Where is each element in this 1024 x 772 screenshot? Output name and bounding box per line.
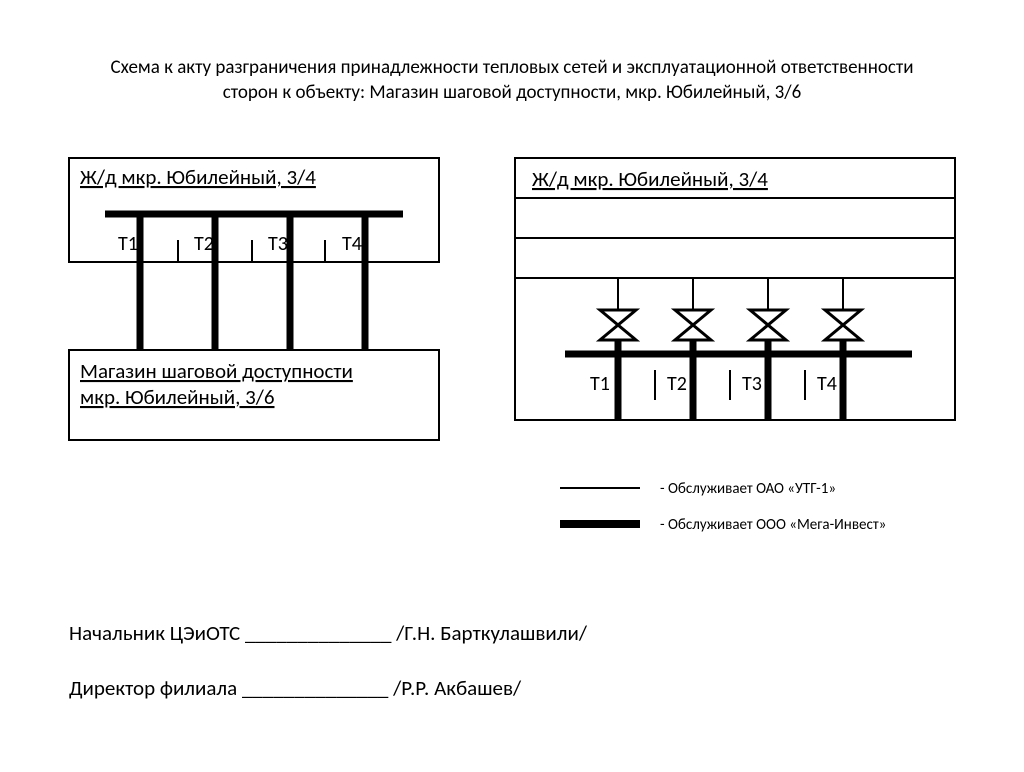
left-diagram: Ж/д мкр. Юбилейный, 3/4 Т1 Т2 Т3 Т4 Мага… bbox=[69, 158, 439, 440]
right-label-2: Т2 bbox=[667, 372, 687, 396]
legend: - Обслуживает ОАО «УТГ-1» - Обслуживает … bbox=[560, 480, 886, 534]
sign2-name: /Р.Р. Акбашев/ bbox=[392, 675, 522, 701]
right-label-1: Т1 bbox=[590, 372, 610, 396]
signatures: Начальник ЦЭиОТС ______________ /Г.Н. Ба… bbox=[69, 620, 588, 701]
right-label-3: Т3 bbox=[742, 372, 762, 396]
right-top-row-label: Ж/д мкр. Юбилейный, 3/4 bbox=[532, 166, 768, 192]
left-bottom-box-line2: мкр. Юбилейный, 3/6 bbox=[80, 384, 275, 410]
valve-1 bbox=[600, 310, 636, 340]
legend-thin-label: - Обслуживает ОАО «УТГ-1» bbox=[660, 480, 836, 498]
valve-3 bbox=[750, 310, 786, 340]
legend-thick-label: - Обслуживает ООО «Мега-Инвест» bbox=[660, 516, 886, 534]
right-label-4: Т4 bbox=[817, 372, 837, 396]
title-line-1: Схема к акту разграничения принадлежност… bbox=[110, 56, 913, 79]
page: Схема к акту разграничения принадлежност… bbox=[0, 0, 1024, 767]
sign1: Начальник ЦЭиОТС ______________ /Г.Н. Ба… bbox=[69, 620, 588, 646]
title-line-2: сторон к объекту: Магазин шаговой доступ… bbox=[223, 81, 802, 104]
valve-2 bbox=[675, 310, 711, 340]
sign1-name: /Г.Н. Барткулашвили/ bbox=[395, 620, 588, 646]
left-label-4: Т4 bbox=[342, 232, 362, 256]
sign1-blank: ______________ bbox=[245, 620, 392, 646]
left-label-2: Т2 bbox=[194, 232, 214, 256]
page-title: Схема к акту разграничения принадлежност… bbox=[0, 56, 1024, 105]
diagram-svg: Ж/д мкр. Юбилейный, 3/4 Т1 Т2 Т3 Т4 Мага… bbox=[0, 0, 1024, 767]
sign2-blank: ______________ bbox=[242, 675, 389, 701]
sign1-label: Начальник ЦЭиОТС bbox=[69, 620, 240, 646]
valve-4 bbox=[825, 310, 861, 340]
left-top-box-label: Ж/д мкр. Юбилейный, 3/4 bbox=[80, 164, 316, 190]
left-bottom-box-line1: Магазин шаговой доступности bbox=[80, 358, 353, 384]
sign2-label: Директор филиала bbox=[69, 675, 237, 701]
right-diagram: Ж/д мкр. Юбилейный, 3/4 bbox=[515, 158, 955, 420]
left-label-1: Т1 bbox=[118, 232, 138, 256]
sign2: Директор филиала ______________ /Р.Р. Ак… bbox=[69, 675, 522, 701]
left-label-3: Т3 bbox=[268, 232, 288, 256]
